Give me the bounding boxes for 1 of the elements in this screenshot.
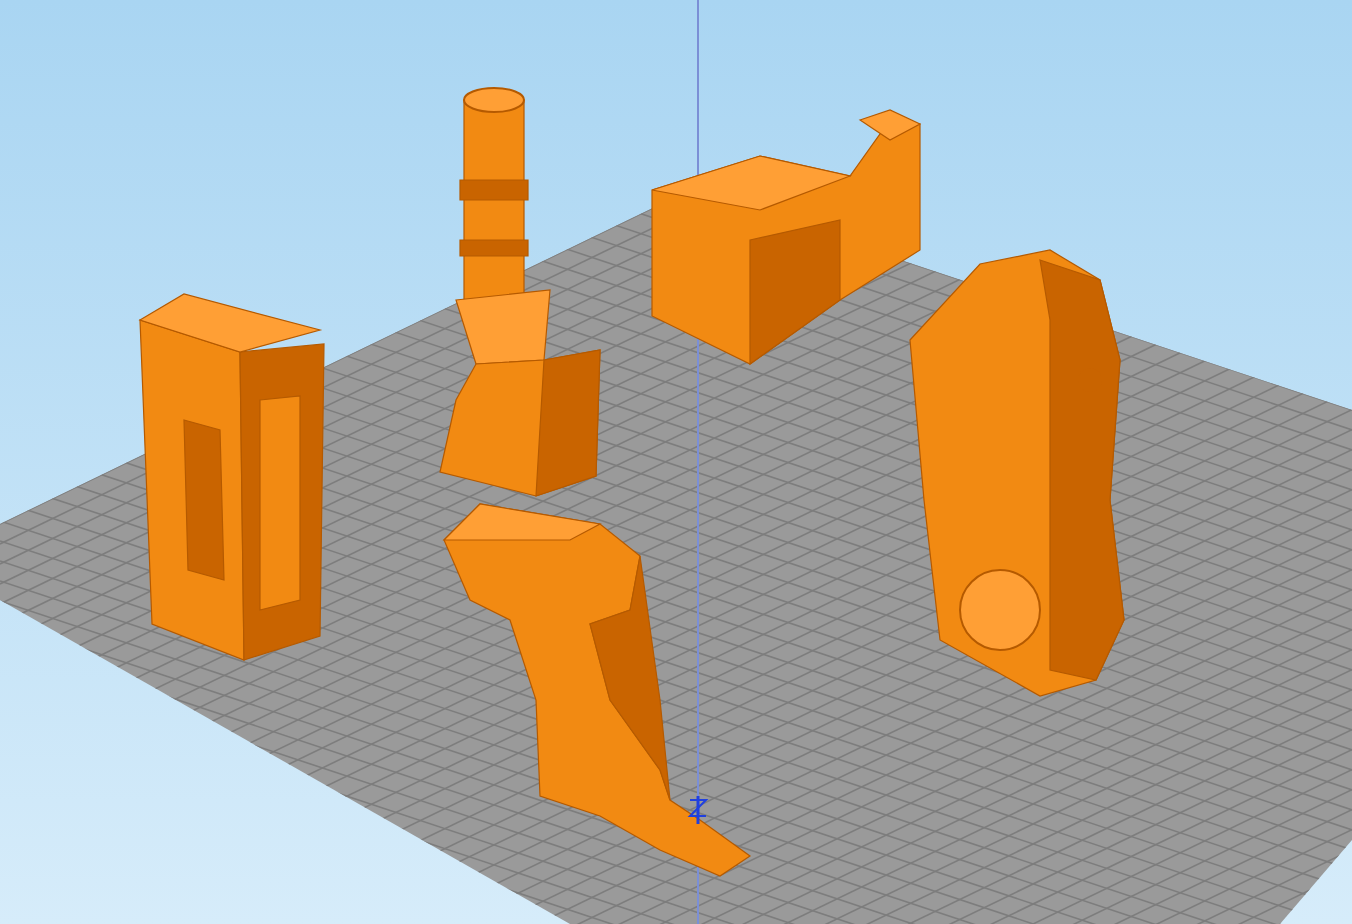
axis-gizmo-icon <box>687 796 709 824</box>
